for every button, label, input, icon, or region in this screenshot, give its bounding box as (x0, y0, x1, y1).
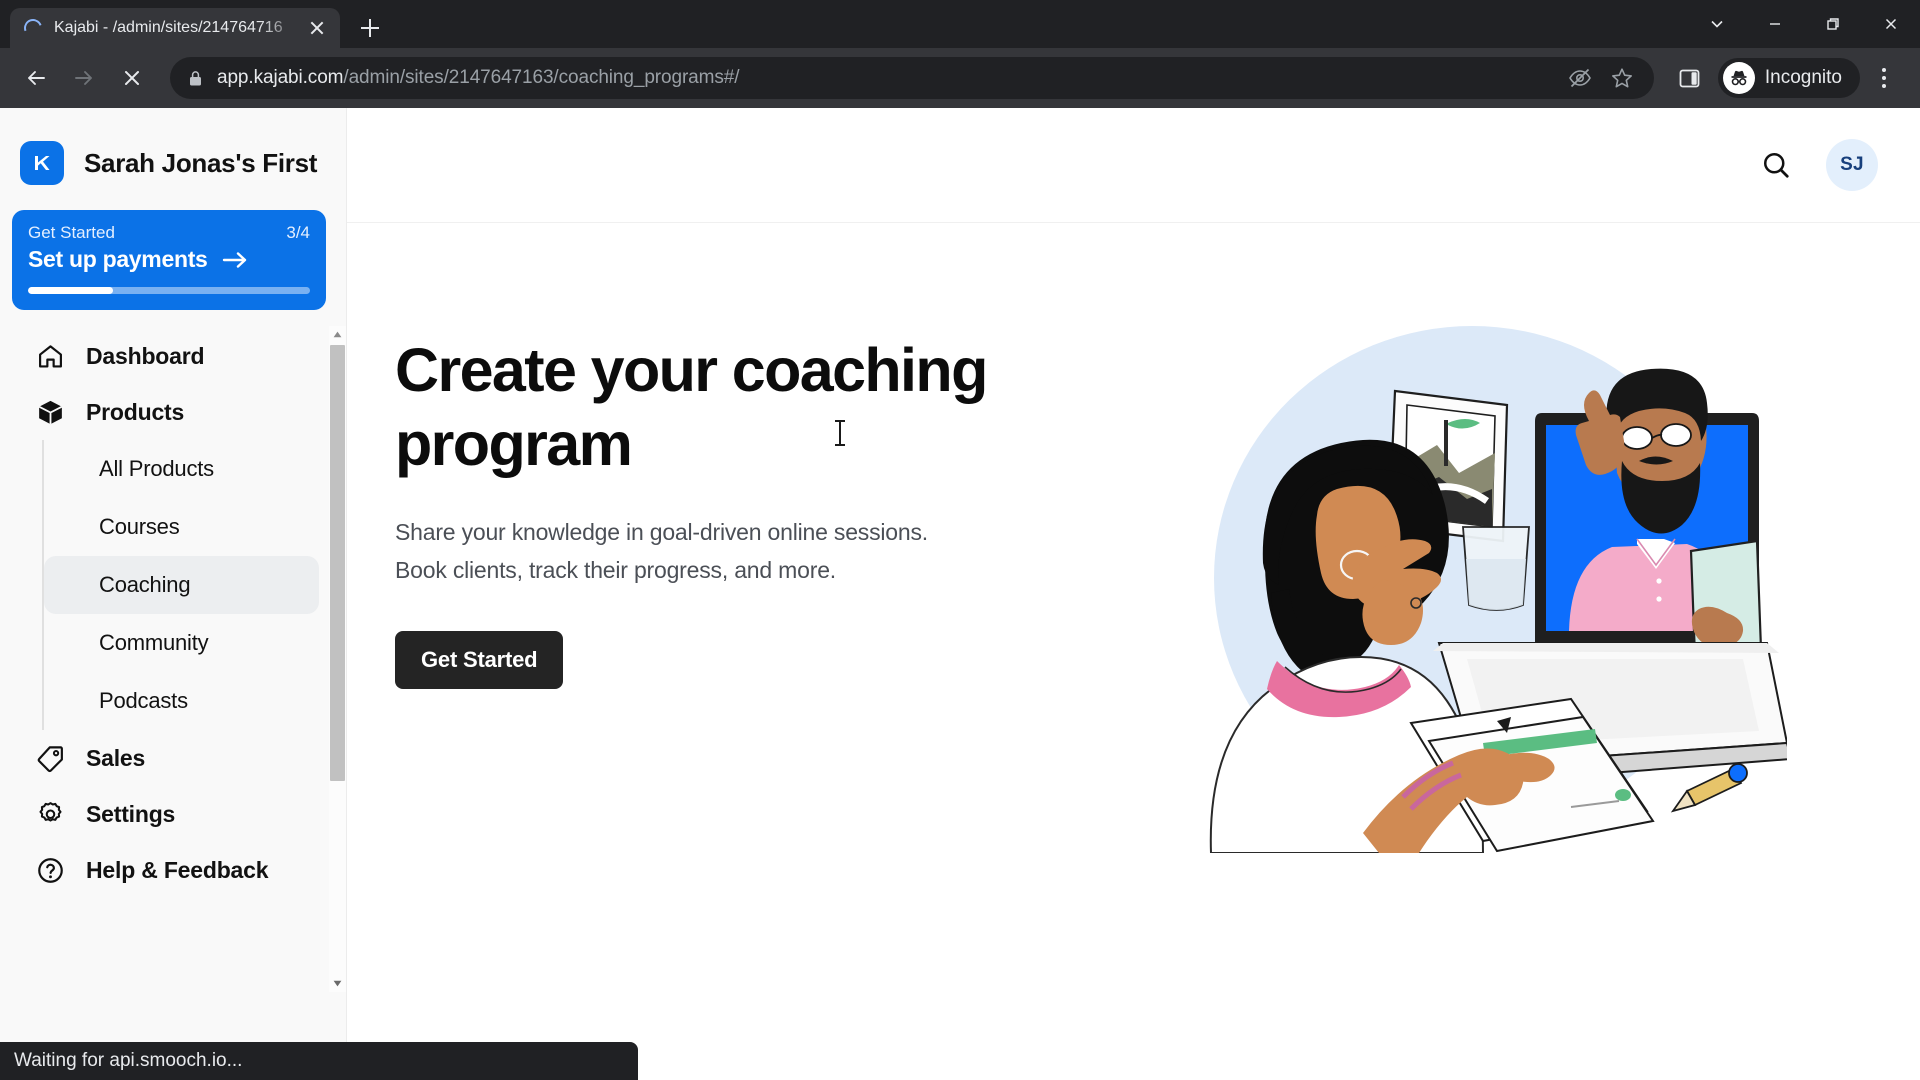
star-icon[interactable] (1604, 60, 1640, 96)
sidebar-item-dashboard[interactable]: Dashboard (12, 328, 334, 384)
address-bar-url: app.kajabi.com/admin/sites/2147647163/co… (217, 67, 740, 89)
close-icon[interactable] (304, 15, 330, 41)
scrollbar-thumb[interactable] (330, 345, 345, 781)
close-window-button[interactable] (1862, 0, 1920, 48)
window-controls (1688, 0, 1920, 48)
text-cursor (835, 420, 845, 446)
question-circle-icon (36, 856, 70, 885)
status-bar: Waiting for api.smooch.io... (0, 1042, 638, 1080)
url-domain: app.kajabi.com (217, 67, 344, 88)
tab-search-button[interactable] (1688, 0, 1746, 48)
brand-name: Sarah Jonas's First (84, 147, 318, 178)
gear-icon (36, 800, 70, 829)
arrow-left-icon[interactable] (14, 56, 58, 100)
box-icon (36, 398, 70, 427)
sidebar-item-label: Products (86, 398, 185, 425)
lock-icon (188, 70, 203, 87)
get-started-label: Get Started (28, 223, 115, 242)
products-subnav: All Products Courses Coaching Community … (42, 440, 346, 730)
eye-slash-icon[interactable] (1562, 60, 1598, 96)
get-started-count: 3/4 (286, 223, 310, 242)
sidebar: Sarah Jonas's First Get Started 3/4 Set … (0, 108, 347, 1080)
browser-window: Kajabi - /admin/sites/214764716 app.kaja… (0, 0, 1920, 1080)
hero-text-column: Create your coaching program Share your … (347, 333, 1147, 689)
toolbar-actions: Incognito (1668, 56, 1906, 100)
arrow-right-icon (62, 56, 106, 100)
sidebar-scrollbar[interactable] (329, 326, 346, 992)
page-content: Sarah Jonas's First Get Started 3/4 Set … (0, 108, 1920, 1080)
main-content: SJ Create your coaching program Share yo… (347, 108, 1920, 1080)
hero-section: Create your coaching program Share your … (347, 223, 1920, 883)
hero-subtitle-line-2: Book clients, track their progress, and … (395, 557, 836, 583)
tab-strip: Kajabi - /admin/sites/214764716 (0, 0, 1920, 48)
search-icon[interactable] (1754, 143, 1798, 187)
coaching-session-illustration (1167, 313, 1793, 883)
sidebar-item-label: Dashboard (86, 342, 205, 369)
maximize-button[interactable] (1804, 0, 1862, 48)
sidebar-item-help-feedback[interactable]: Help & Feedback (12, 842, 334, 898)
sidebar-item-all-products[interactable]: All Products (44, 440, 319, 498)
kebab-menu-icon[interactable] (1862, 56, 1906, 100)
sidebar-item-courses[interactable]: Courses (44, 498, 319, 556)
address-bar-actions (1562, 60, 1640, 96)
sidebar-item-label: Sales (86, 744, 146, 771)
page-title: Create your coaching program (395, 336, 988, 478)
hero-subtitle-line-1: Share your knowledge in goal-driven onli… (395, 519, 928, 545)
scroll-down-arrow-icon[interactable] (329, 975, 346, 992)
avatar[interactable]: SJ (1826, 139, 1878, 191)
app-topbar: SJ (347, 108, 1920, 223)
minimize-button[interactable] (1746, 0, 1804, 48)
sidebar-item-label: Help & Feedback (86, 856, 269, 883)
hero-illustration-column (1147, 326, 1920, 883)
incognito-label: Incognito (1764, 67, 1842, 88)
brand-header[interactable]: Sarah Jonas's First (0, 108, 346, 194)
stop-loading-icon[interactable] (110, 56, 154, 100)
sidebar-item-products[interactable]: Products (12, 384, 334, 440)
sidebar-nav: Dashboard Products All Products Courses … (0, 328, 346, 898)
get-started-progress (28, 287, 310, 294)
side-panel-icon[interactable] (1668, 56, 1712, 100)
hero-subtitle: Share your knowledge in goal-driven onli… (395, 513, 1147, 589)
incognito-indicator[interactable]: Incognito (1717, 58, 1860, 98)
tag-icon (36, 744, 70, 773)
kajabi-logo-icon (20, 141, 64, 185)
sidebar-item-community[interactable]: Community (44, 614, 319, 672)
get-started-button[interactable]: Get Started (395, 631, 564, 689)
home-icon (36, 342, 70, 371)
sidebar-item-settings[interactable]: Settings (12, 786, 334, 842)
get-started-title: Set up payments (28, 246, 208, 272)
sidebar-item-podcasts[interactable]: Podcasts (44, 672, 319, 730)
scroll-up-arrow-icon[interactable] (329, 326, 346, 343)
sidebar-item-label: Settings (86, 800, 176, 827)
url-path: /admin/sites/2147647163/coaching_program… (343, 67, 740, 88)
browser-tab[interactable]: Kajabi - /admin/sites/214764716 (10, 8, 340, 48)
get-started-card[interactable]: Get Started 3/4 Set up payments (12, 210, 326, 310)
arrow-right-icon (222, 250, 248, 270)
incognito-hat-icon (1722, 62, 1755, 94)
address-bar[interactable]: app.kajabi.com/admin/sites/2147647163/co… (170, 57, 1654, 99)
tab-title: Kajabi - /admin/sites/214764716 (54, 19, 283, 36)
sidebar-item-sales[interactable]: Sales (12, 730, 334, 786)
get-started-header: Get Started 3/4 (28, 223, 310, 243)
loading-spinner-icon (21, 16, 45, 40)
sidebar-item-coaching[interactable]: Coaching (44, 556, 319, 614)
browser-toolbar: app.kajabi.com/admin/sites/2147647163/co… (0, 48, 1920, 108)
new-tab-button[interactable] (350, 8, 390, 48)
get-started-step: Set up payments (28, 246, 310, 273)
